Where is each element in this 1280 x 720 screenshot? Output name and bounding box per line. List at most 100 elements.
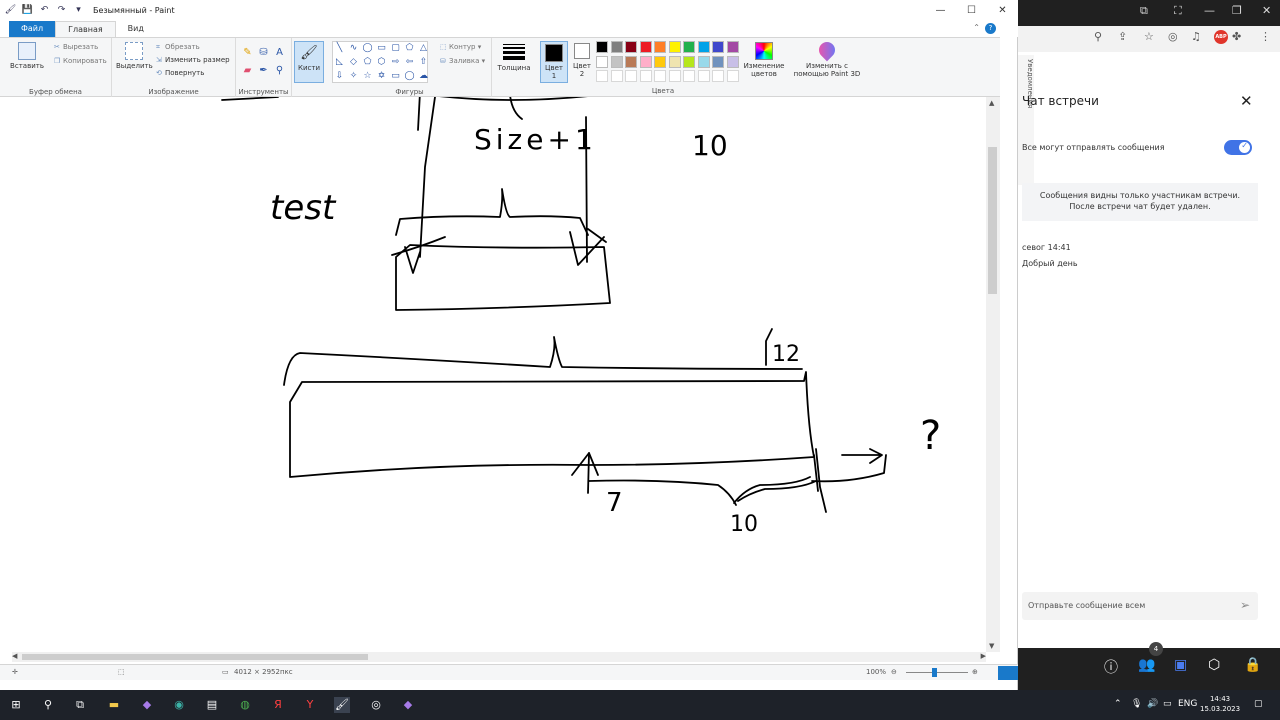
collapse-ribbon-icon[interactable]: ⌃ <box>973 23 980 32</box>
fill-dropdown[interactable]: ⛁ Заливка ▾ <box>440 55 485 67</box>
teams-close-icon[interactable]: ✕ <box>1262 4 1271 17</box>
crop-button[interactable]: ⌗ Обрезать <box>156 41 200 53</box>
rectangle-shape-icon[interactable]: ▭ <box>375 42 388 55</box>
camera-icon[interactable]: ◎ <box>1168 30 1178 43</box>
zoom-icon[interactable]: ⚲ <box>1094 30 1102 43</box>
pentagon-shape-icon[interactable]: ⬠ <box>361 56 374 69</box>
star4-shape-icon[interactable]: ✧ <box>347 70 360 83</box>
palette-custom-slot[interactable] <box>697 70 710 82</box>
info-icon[interactable]: ⓘ <box>1104 657 1118 677</box>
rounded-rect-shape-icon[interactable]: ▢ <box>389 42 402 55</box>
minimize-button[interactable]: — <box>925 0 956 21</box>
palette-swatch[interactable] <box>712 55 724 68</box>
file-explorer-icon[interactable]: ▬ <box>106 697 122 713</box>
resize-button[interactable]: ⇲ Изменить размер <box>156 54 230 66</box>
visual-studio-icon[interactable]: ◆ <box>139 697 155 713</box>
speaker-icon[interactable]: 🔊 <box>1147 699 1158 709</box>
teams-restore-icon[interactable]: ❐ <box>1232 4 1242 17</box>
star6-shape-icon[interactable]: ✡ <box>375 70 388 83</box>
palette-swatch[interactable] <box>596 41 608 53</box>
message-input[interactable]: Отправьте сообщение всем ➢ <box>1022 592 1258 620</box>
notifications-sidebar[interactable]: Уведомления <box>1018 55 1034 185</box>
drawing-canvas[interactable]: Size+1 10 test 12 7 10 ? <box>0 97 986 652</box>
tab-file[interactable]: Файл <box>9 21 56 37</box>
palette-custom-slot[interactable] <box>639 70 652 82</box>
save-icon[interactable]: 💾 <box>21 4 34 17</box>
outline-dropdown[interactable]: ⬚ Контур ▾ <box>440 41 481 53</box>
menu-dots-icon[interactable]: ⋮ <box>1260 30 1271 43</box>
visual-studio-2-icon[interactable]: ◆ <box>400 697 416 713</box>
edge-icon[interactable]: ◉ <box>171 697 187 713</box>
apps-icon[interactable]: ⬡ <box>1208 657 1220 673</box>
paint3d-button[interactable]: Изменить с помощью Paint 3D <box>792 38 862 78</box>
callout-oval-shape-icon[interactable]: ◯ <box>403 70 416 83</box>
arrow-right-shape-icon[interactable]: ⇨ <box>389 56 402 69</box>
vertical-scroll-thumb[interactable] <box>988 147 997 294</box>
palette-swatch[interactable] <box>697 55 710 68</box>
palette-custom-slot[interactable] <box>668 70 681 82</box>
window-icon[interactable]: ⧉ <box>1140 4 1148 18</box>
zoom-slider-thumb[interactable] <box>932 668 937 677</box>
windows-start-icon[interactable]: ⊞ <box>8 697 24 713</box>
color1-button[interactable]: Цвет 1 <box>540 41 568 83</box>
palette-swatch[interactable] <box>683 41 695 53</box>
tray-chevron-icon[interactable]: ⌃ <box>1114 699 1122 709</box>
palette-custom-slot[interactable] <box>726 70 739 82</box>
palette-swatch[interactable] <box>625 55 637 68</box>
palette-custom-slot[interactable] <box>596 70 608 82</box>
select-button[interactable]: Выделить <box>116 42 153 70</box>
star5-shape-icon[interactable]: ☆ <box>361 70 374 83</box>
shapes-gallery[interactable]: ╲ ∿ ◯ ▭ ▢ ⬠ △ ◺ ◇ ⬠ ⬡ ⇨ ⇦ ⇧ ⇩ ✧ ☆ ✡ ▭ ◯ ☁ <box>332 41 428 83</box>
palette-swatch[interactable] <box>610 55 623 68</box>
palette-swatch[interactable] <box>668 41 681 53</box>
close-button[interactable]: ✕ <box>987 0 1018 21</box>
palette-swatch[interactable] <box>668 55 681 68</box>
allow-messages-toggle[interactable]: ✓ <box>1224 140 1252 155</box>
callout-rect-shape-icon[interactable]: ▭ <box>389 70 402 83</box>
participants-icon[interactable]: 👥 <box>1138 657 1155 673</box>
hexagon-shape-icon[interactable]: ⬡ <box>375 56 388 69</box>
redo-icon[interactable]: ↷ <box>55 4 68 17</box>
palette-swatch[interactable] <box>610 41 623 53</box>
palette-swatch[interactable] <box>697 41 710 53</box>
palette-swatch[interactable] <box>683 55 695 68</box>
scroll-left-icon[interactable]: ◀ <box>12 652 17 660</box>
palette-swatch[interactable] <box>639 41 652 53</box>
send-icon[interactable]: ➢ <box>1240 598 1250 612</box>
zoom-in-icon[interactable]: ⊕ <box>972 668 978 676</box>
search-icon[interactable]: ⚲ <box>40 697 56 713</box>
display-icon[interactable]: ▭ <box>1163 699 1172 709</box>
rotate-button[interactable]: ⟲ Повернуть <box>156 67 204 79</box>
mic-icon[interactable]: 🎙 <box>1131 699 1142 709</box>
palette-custom-slot[interactable] <box>610 70 623 82</box>
horizontal-scroll-thumb[interactable] <box>22 654 368 660</box>
color2-button[interactable]: Цвет 2 <box>570 43 594 78</box>
yandex-icon[interactable]: Я <box>270 697 286 713</box>
paste-button[interactable]: Вставить <box>10 42 44 70</box>
magnifier-icon[interactable]: ⚲ <box>273 64 286 77</box>
palette-swatch[interactable] <box>596 55 608 68</box>
scroll-up-icon[interactable]: ▲ <box>989 99 994 107</box>
color-picker-icon[interactable]: ✒ <box>257 64 270 77</box>
star-icon[interactable]: ☆ <box>1144 30 1154 43</box>
arrow-up-shape-icon[interactable]: ⇧ <box>417 56 430 69</box>
palette-swatch[interactable] <box>654 41 666 53</box>
fullscreen-icon[interactable]: ⛶ <box>1174 4 1182 18</box>
obs-icon[interactable]: ◎ <box>368 697 384 713</box>
tab-view[interactable]: Вид <box>116 21 156 37</box>
bell-icon[interactable]: ♫ <box>1191 30 1201 43</box>
puzzle-icon[interactable]: ✤ <box>1232 30 1241 43</box>
tab-home[interactable]: Главная <box>55 20 116 38</box>
zoom-out-icon[interactable]: ⊖ <box>891 668 897 676</box>
palette-custom-slot[interactable] <box>683 70 695 82</box>
paint-taskbar-icon[interactable]: 🖌 <box>334 697 350 713</box>
fill-icon[interactable]: ⛁ <box>257 46 270 59</box>
adblock-icon[interactable]: ABP <box>1214 30 1228 44</box>
quick-access-dropdown-icon[interactable]: ▾ <box>72 4 85 17</box>
arrow-left-shape-icon[interactable]: ⇦ <box>403 56 416 69</box>
polygon-shape-icon[interactable]: ⬠ <box>403 42 416 55</box>
diamond-shape-icon[interactable]: ◇ <box>347 56 360 69</box>
curve-shape-icon[interactable]: ∿ <box>347 42 360 55</box>
scroll-right-icon[interactable]: ▶ <box>981 652 986 660</box>
palette-swatch[interactable] <box>712 41 724 53</box>
